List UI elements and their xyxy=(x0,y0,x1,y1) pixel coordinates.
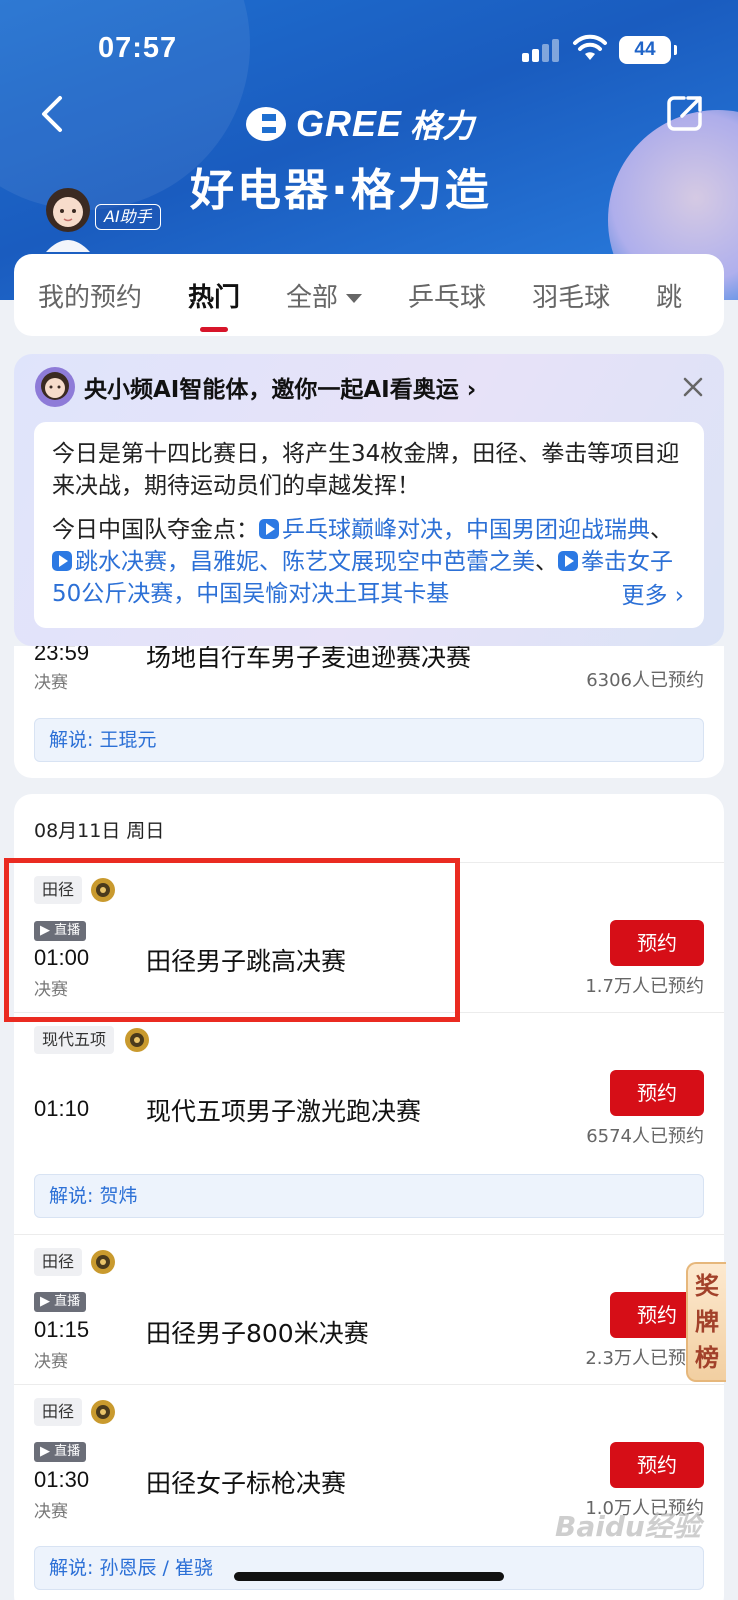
status-time: 07:57 xyxy=(98,32,178,64)
slogan: 好电器·格力造 xyxy=(190,165,492,216)
divider xyxy=(14,1384,724,1385)
back-button[interactable] xyxy=(34,92,74,136)
ai-summary: 今日是第十四比赛日，将产生34枚金牌，田径、拳击等项目迎来决战，期待运动员们的卓… xyxy=(34,422,704,628)
reservation-count: 6306人已预约 xyxy=(586,670,704,691)
ai-card-title[interactable]: 央小频AI智能体，邀你一起AI看奥运 › xyxy=(84,370,476,404)
gold-medal-icon xyxy=(91,878,115,902)
tab-diving[interactable]: 跳 xyxy=(656,277,682,314)
event-time: 23:59 xyxy=(34,646,90,665)
event-stage: 决赛 xyxy=(34,673,68,693)
gold-medal-icon xyxy=(125,1028,149,1052)
event-time: 01:30 xyxy=(34,1467,90,1492)
day-schedule-card: 08月11日 周日 田径 ▶ 直播 01:00 决赛 田径男子跳高决赛 预约 1… xyxy=(14,794,724,1600)
event-card-previous: 23:59 场地自行车男子麦迪逊赛决赛 决赛 6306人已预约 解说: 王琨元 xyxy=(14,646,724,778)
sport-tag: 田径 xyxy=(34,1248,83,1276)
ai-avatar-icon xyxy=(35,367,75,407)
medal-table-button[interactable]: 奖牌榜 xyxy=(686,1262,726,1382)
event-name[interactable]: 场地自行车男子麦迪逊赛决赛 xyxy=(146,646,471,674)
event-name[interactable]: 田径男子跳高决赛 xyxy=(146,942,346,978)
event-name[interactable]: 田径男子800米决赛 xyxy=(146,1314,369,1350)
commentator-bar[interactable]: 解说: 贺炜 xyxy=(34,1174,704,1218)
battery-indicator: 44 xyxy=(619,36,677,64)
category-tabs: 我的预约 热门 全部 乒乓球 羽毛球 跳 xyxy=(14,254,724,336)
play-icon xyxy=(259,519,279,539)
caret-down-icon xyxy=(346,293,363,303)
separator: 、 xyxy=(650,517,673,543)
tab-popular[interactable]: 热门 xyxy=(188,277,240,332)
tab-all-label: 全部 xyxy=(286,282,339,313)
brand-en: GREE xyxy=(296,103,403,144)
sport-tag: 现代五项 xyxy=(34,1026,115,1054)
event-stage: 决赛 xyxy=(34,1502,68,1522)
ai-summary-text: 今日是第十四比赛日，将产生34枚金牌，田径、拳击等项目迎来决战，期待运动员们的卓… xyxy=(52,441,680,499)
event-stage: 决赛 xyxy=(34,1352,68,1372)
separator: 、 xyxy=(535,549,558,575)
gold-medal-icon xyxy=(91,1250,115,1274)
tab-badminton[interactable]: 羽毛球 xyxy=(532,277,610,314)
tab-all[interactable]: 全部 xyxy=(286,277,363,314)
divider xyxy=(14,1012,724,1013)
commentator-bar[interactable]: 解说: 孙恩辰 / 崔骁 xyxy=(34,1546,704,1590)
ai-assistant-avatar[interactable] xyxy=(38,182,98,252)
close-icon[interactable] xyxy=(678,372,708,402)
more-link[interactable]: 更多 › xyxy=(607,580,684,612)
brand-cn: 格力 xyxy=(410,107,475,145)
event-stage: 决赛 xyxy=(34,980,68,1000)
text-fade xyxy=(552,580,612,614)
reservation-count: 6574人已预约 xyxy=(586,1126,704,1147)
play-icon xyxy=(558,551,578,571)
event-time: 01:15 xyxy=(34,1317,90,1342)
signal-icon xyxy=(522,38,562,62)
reserve-button[interactable]: 预约 xyxy=(610,920,704,966)
gold-link-diving[interactable]: 跳水决赛，昌雅妮、陈艺文展现空中芭蕾之美 xyxy=(75,549,535,575)
event-time: 01:10 xyxy=(34,1096,90,1121)
gree-mark-icon xyxy=(246,107,286,141)
sport-tag: 田径 xyxy=(34,876,83,904)
live-badge: ▶ 直播 xyxy=(34,1442,87,1462)
gold-points-label: 今日中国队夺金点： xyxy=(52,517,259,543)
home-indicator[interactable] xyxy=(234,1572,504,1581)
gold-link-table-tennis[interactable]: 乒乓球巅峰对决，中国男团迎战瑞典 xyxy=(282,517,650,543)
reservation-count: 1.7万人已预约 xyxy=(585,976,704,997)
divider xyxy=(14,862,724,863)
live-badge: ▶ 直播 xyxy=(34,1292,87,1312)
tab-my-reservations[interactable]: 我的预约 xyxy=(38,277,142,314)
event-name[interactable]: 现代五项男子激光跑决赛 xyxy=(146,1092,421,1128)
event-time: 01:00 xyxy=(34,945,90,970)
ai-assistant-tag[interactable]: AI助手 xyxy=(95,204,161,230)
gree-logo: GREE 格力 xyxy=(244,100,494,148)
event-name[interactable]: 田径女子标枪决赛 xyxy=(146,1464,346,1500)
ai-assistant-card: 央小频AI智能体，邀你一起AI看奥运 › 今日是第十四比赛日，将产生34枚金牌，… xyxy=(14,354,724,646)
tab-table-tennis[interactable]: 乒乓球 xyxy=(408,277,486,314)
share-button[interactable] xyxy=(664,92,706,134)
wifi-icon xyxy=(573,34,607,60)
watermark: Baidu经验 xyxy=(555,1510,701,1543)
divider xyxy=(14,1234,724,1235)
gold-medal-icon xyxy=(91,1400,115,1424)
play-icon xyxy=(52,551,72,571)
reserve-button[interactable]: 预约 xyxy=(610,1442,704,1488)
live-badge: ▶ 直播 xyxy=(34,921,87,941)
reserve-button[interactable]: 预约 xyxy=(610,1070,704,1116)
commentator-bar[interactable]: 解说: 王琨元 xyxy=(34,718,704,762)
date-header: 08月11日 周日 xyxy=(34,820,165,842)
sport-tag: 田径 xyxy=(34,1398,83,1426)
